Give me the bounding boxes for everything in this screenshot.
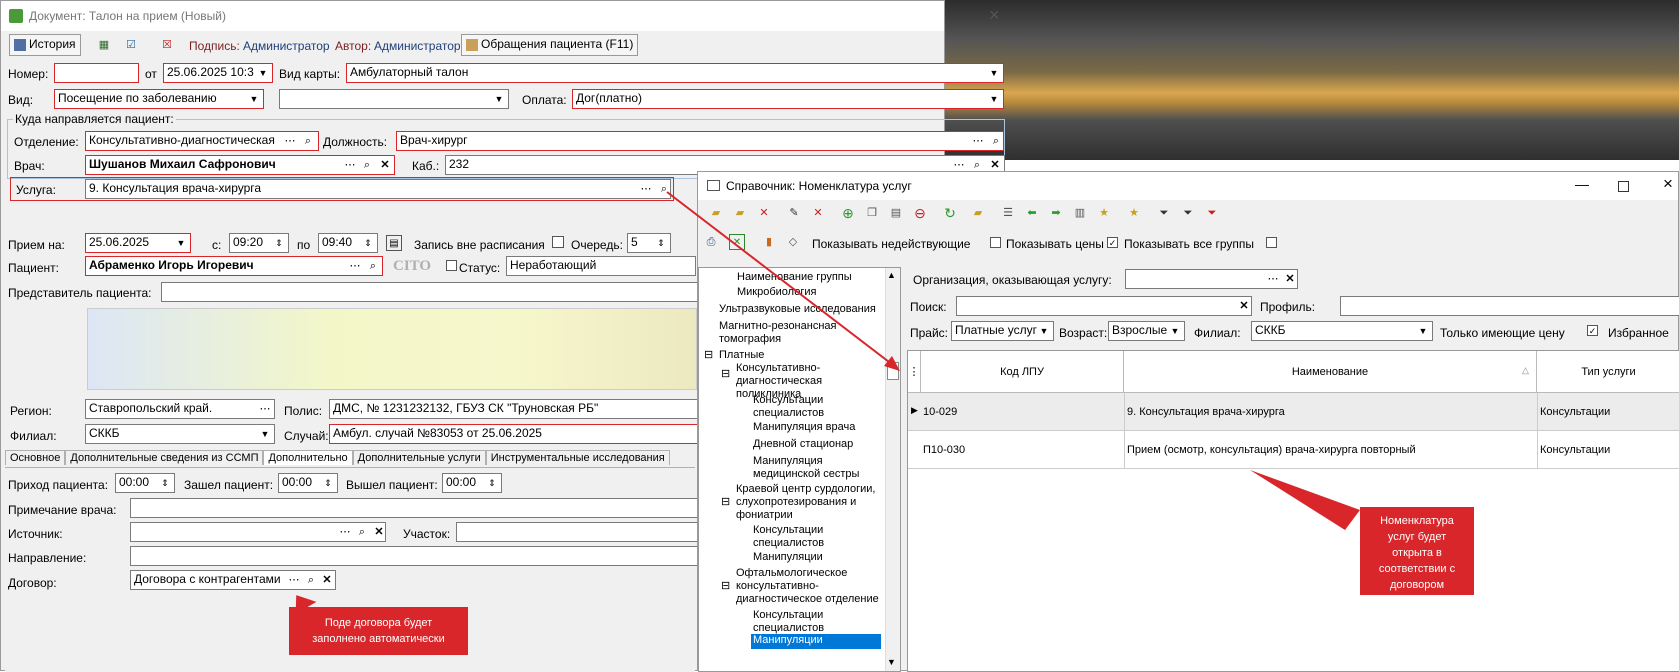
pointer-polygon <box>1250 470 1360 530</box>
callout-nomenclature-pointer <box>1250 470 1370 530</box>
pointer-shape <box>1250 470 1360 530</box>
arrow-head <box>884 356 900 371</box>
arrow-line <box>666 191 894 366</box>
callout-nomenclature: Номенклатура услуг будет открыта в соотв… <box>1360 507 1474 595</box>
